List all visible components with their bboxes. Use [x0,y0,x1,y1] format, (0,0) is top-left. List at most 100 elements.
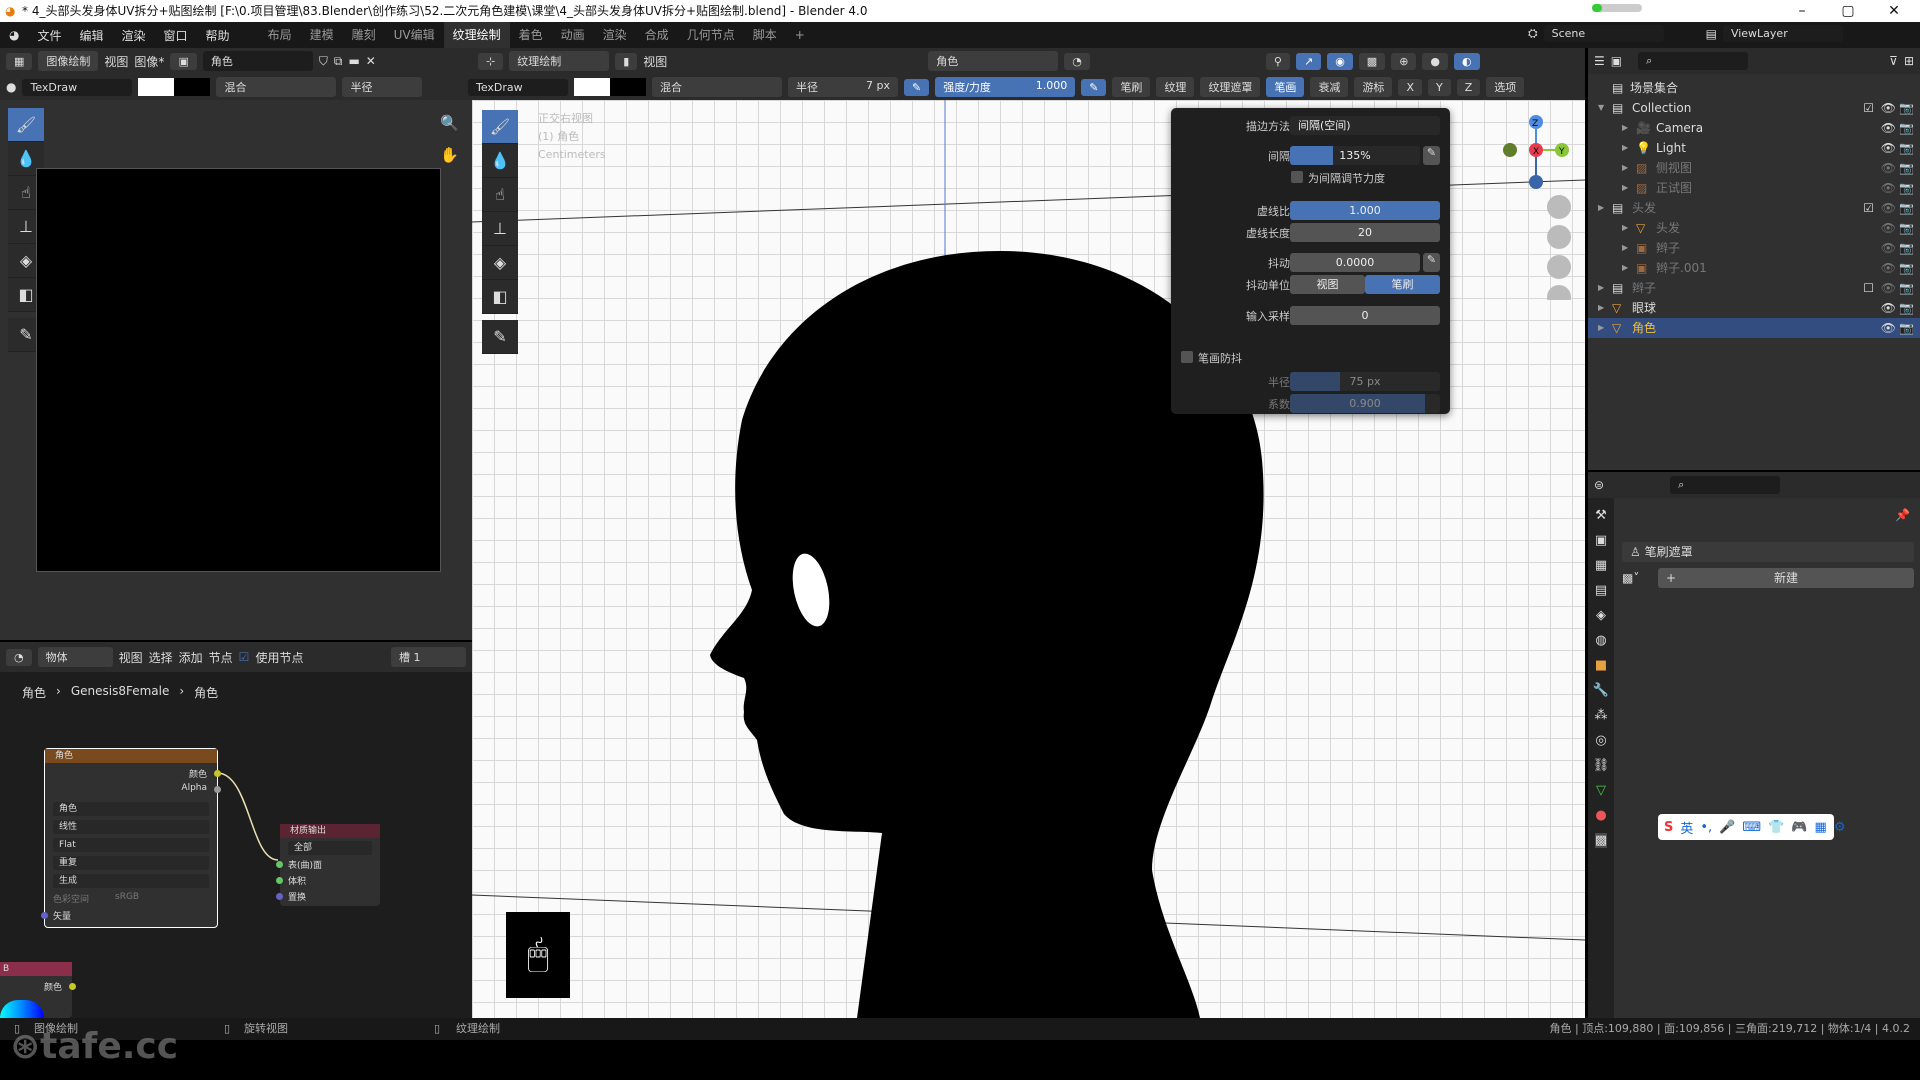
overlay-toggle-icon[interactable]: ↗ [1295,52,1322,70]
tab-animation[interactable]: 动画 [552,22,594,48]
open-image-icon[interactable]: ▬ [348,54,359,68]
mode-select[interactable]: 纹理绘制 [509,51,610,71]
menu-texture[interactable]: 纹理 [1156,77,1195,97]
scene-field[interactable]: Scene [1543,25,1664,42]
eye-icon[interactable]: 👁 [1881,318,1896,338]
outliner-search-input[interactable]: ⌕ [1638,52,1749,70]
eye-icon[interactable]: 👁 [1881,158,1896,178]
jitter-unit-view[interactable]: 视图 [1290,275,1365,294]
menu-texture-mask[interactable]: 纹理遮罩 [1200,77,1261,97]
eye-icon[interactable]: 👁 [1881,298,1896,318]
stabilize-checkbox[interactable] [1181,351,1193,363]
spacing-pressure-icon[interactable]: ✎ [1423,146,1440,165]
outliner-item[interactable]: ▶ ▽ 角色 👁 📷 [1588,318,1920,338]
tab-sculpting[interactable]: 雕刻 [343,22,385,48]
dash-length-field[interactable]: 20 [1290,223,1440,242]
outliner-root[interactable]: 场景集合 [1630,78,1678,98]
outliner-item[interactable]: ▶ ▽ 眼球 👁 📷 [1588,298,1920,318]
tab-compositing[interactable]: 合成 [636,22,678,48]
view-layer-field[interactable]: ViewLayer [1722,25,1843,42]
socket-volume[interactable] [276,877,283,884]
clone-tool-icon[interactable]: ⊥ [482,212,518,246]
expand-arrow-icon[interactable]: ▶ [1622,138,1628,158]
eye-icon[interactable]: 👁 [1881,238,1896,258]
jitter-unit-brush[interactable]: 笔刷 [1365,275,1440,294]
outliner-item[interactable]: ▶ ▤ 头发 ☑ 👁 📷 [1588,198,1920,218]
projection-select[interactable]: Flat [53,838,209,852]
blend-select[interactable]: 混合 [652,77,782,97]
solid-shading-icon[interactable]: ● [1422,52,1449,70]
camera-render-icon[interactable]: 📷 [1899,238,1914,258]
particles-tab-icon[interactable]: ⁂ [1595,708,1608,723]
extension-select[interactable]: 重复 [53,856,209,870]
modifier-tab-icon[interactable]: 🔧 [1593,683,1609,698]
camera-render-icon[interactable]: 📷 [1899,118,1914,138]
menu-brush[interactable]: 笔刷 [1112,77,1151,97]
expand-arrow-icon[interactable]: ▶ [1598,298,1604,318]
menu-image[interactable]: 图像* [134,53,164,70]
radius-pressure-icon[interactable]: ✎ [904,78,930,96]
socket-alpha[interactable] [214,786,221,793]
socket-surface[interactable] [276,861,283,868]
strength-pressure-icon[interactable]: ✎ [1081,78,1107,96]
eye-icon[interactable]: 👁 [1881,118,1896,138]
expand-arrow-icon[interactable]: ▶ [1622,158,1628,178]
camera-render-icon[interactable]: 📷 [1899,98,1914,118]
material-output-node[interactable]: 材质输出 全部 表(曲)面 体积 置换 [276,824,380,906]
stroke-method-select[interactable]: 间隔(空间) [1290,116,1440,135]
camera-render-icon[interactable]: 📷 [1899,178,1914,198]
mirror-y-toggle[interactable]: Y [1427,78,1451,96]
filter-icon[interactable]: ⊽ [1889,54,1898,68]
socket-vector[interactable] [41,912,48,919]
eye-icon[interactable]: 👁 [1881,178,1896,198]
expand-arrow-icon[interactable]: ▶ [1598,198,1604,218]
tab-shading[interactable]: 着色 [510,22,552,48]
outliner-item[interactable]: ▶ 🎥 Camera 👁 📷 [1588,118,1920,138]
camera-render-icon[interactable]: 📷 [1899,298,1914,318]
expand-arrow-icon[interactable]: ▶ [1598,318,1604,338]
camera-render-icon[interactable]: 📷 [1899,318,1914,338]
radius-field[interactable]: 半径 [342,77,423,97]
texture-tab-icon[interactable]: ▩ [1594,833,1608,848]
camera-render-icon[interactable]: 📷 [1899,158,1914,178]
outliner-item[interactable]: ▶ ▨ 正试图 👁 📷 [1588,178,1920,198]
outliner-item[interactable]: ▼ ▤ Collection ☑ 👁 📷 [1588,98,1920,118]
output-tab-icon[interactable]: ▦ [1595,558,1607,573]
menu-window[interactable]: 窗口 [155,27,197,44]
eye-icon[interactable]: 👁 [1881,218,1896,238]
editor-type-icon[interactable]: ⊜ [1594,478,1604,492]
stabilize-factor-slider[interactable]: 0.900 [1290,394,1440,413]
expand-arrow-icon[interactable]: ▼ [1598,98,1604,118]
mirror-z-toggle[interactable]: Z [1456,78,1481,96]
mirror-x-toggle[interactable]: X [1398,78,1422,96]
unlink-image-icon[interactable]: ✕ [366,54,376,68]
spacing-pressure-checkbox[interactable] [1291,171,1303,183]
menu-falloff[interactable]: 衰减 [1310,77,1349,97]
checker-icon[interactable]: ▩ [1358,52,1386,70]
expand-arrow-icon[interactable]: ▶ [1622,258,1628,278]
tab-rendering[interactable]: 渲染 [594,22,636,48]
pan-hand-icon[interactable]: ✋ [440,146,459,164]
primary-color-swatch[interactable] [138,78,175,96]
data-tab-icon[interactable]: ▽ [1596,783,1606,798]
add-workspace-button[interactable]: + [786,22,814,48]
outliner-item[interactable]: ▶ ▣ 辫子.001 👁 📷 [1588,258,1920,278]
input-samples-field[interactable]: 0 [1290,306,1440,325]
image-browse-icon[interactable]: ▣ [170,52,197,70]
tab-texture-paint[interactable]: 纹理绘制 [443,22,510,48]
constraints-tab-icon[interactable]: ⛓ [1593,758,1610,773]
pin-icon[interactable]: 📌 [1895,508,1910,522]
properties-search-input[interactable]: ⌕ [1670,476,1781,494]
socket-displacement[interactable] [276,893,283,900]
world-tab-icon[interactable]: ◍ [1595,633,1606,648]
camera-render-icon[interactable]: 📷 [1899,198,1914,218]
shading-slot-icon[interactable]: ◔ [1064,52,1090,70]
spacing-slider[interactable]: 135% [1290,146,1420,165]
expand-arrow-icon[interactable]: ▶ [1622,238,1628,258]
eye-icon[interactable]: 👁 [1881,278,1896,298]
target-select[interactable]: 全部 [288,841,372,855]
tab-uv-editing[interactable]: UV编辑 [385,22,444,48]
exclude-checkbox[interactable]: ☐ [1863,278,1874,298]
radius-field[interactable]: 半径 7 px [788,77,898,97]
image-texture-node[interactable]: 角色 颜色 Alpha 角色 线性 Flat 重复 生成 色彩空间 sRGB 矢… [41,748,221,928]
